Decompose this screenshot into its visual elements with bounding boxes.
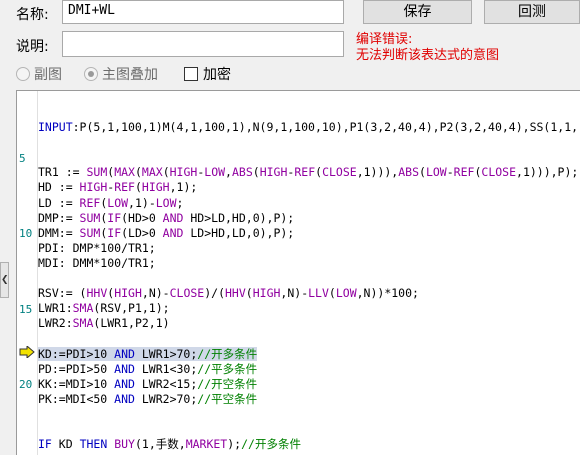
compile-error-title: 编译错误:	[356, 32, 413, 47]
code-line[interactable]: LWR1:SMA(RSV,P1,1);	[38, 301, 170, 315]
line-number-5: 5	[19, 152, 26, 165]
radio-icon	[16, 67, 30, 81]
current-line-arrow-icon	[19, 346, 35, 358]
code-line[interactable]: PDI: DMP*100/TR1;	[38, 241, 156, 255]
encrypt-checkbox[interactable]: 加密	[184, 64, 231, 84]
line-number-20: 20	[19, 378, 33, 391]
encrypt-label: 加密	[203, 67, 231, 83]
line-number-15: 15	[19, 303, 33, 316]
desc-label: 说明:	[16, 39, 49, 55]
name-input[interactable]: DMI+WL	[62, 0, 344, 24]
radio-selected-icon	[84, 67, 98, 81]
code-line[interactable]: TR1 := SUM(MAX(MAX(HIGH-LOW,ABS(HIGH-REF…	[38, 165, 578, 179]
code-line[interactable]: KD:=PDI>10 AND LWR1>70;//开多条件	[38, 346, 258, 361]
code-line[interactable]: PK:=MDI<50 AND LWR2>70;//平空条件	[38, 392, 257, 406]
code-line[interactable]: DMP:= SUM(IF(HD>0 AND HD>LD,HD,0),P);	[38, 211, 294, 225]
code-line[interactable]: LWR2:SMA(LWR1,P2,1)	[38, 316, 170, 330]
overlay-label: 主图叠加	[102, 67, 158, 83]
line-number-10: 10	[19, 227, 33, 240]
description-input[interactable]	[62, 31, 344, 57]
checkbox-icon	[184, 67, 198, 81]
name-label: 名称:	[16, 7, 49, 23]
collapse-panel-tab[interactable]: ❮	[0, 262, 9, 298]
code-editor[interactable]: 5 10 15 20 INPUT:P(5,1,100,1)M(4,1,100,1…	[16, 90, 580, 455]
overlay-radio[interactable]: 主图叠加	[84, 64, 158, 84]
code-line[interactable]: MDI: DMM*100/TR1;	[38, 256, 156, 270]
code-line[interactable]: KK:=MDI>10 AND LWR2<15;//开空条件	[38, 377, 257, 391]
subchart-label: 副图	[34, 67, 62, 83]
subchart-radio[interactable]: 副图	[16, 64, 62, 84]
code-line[interactable]: DMM:= SUM(IF(LD>0 AND LD>HD,LD,0),P);	[38, 226, 294, 240]
code-line[interactable]: INPUT:P(5,1,100,1)M(4,1,100,1),N(9,1,100…	[38, 120, 578, 134]
backtest-button[interactable]: 回测	[484, 0, 580, 24]
code-line[interactable]: HD := HIGH-REF(HIGH,1);	[38, 180, 197, 194]
compile-error-message: 无法判断该表达式的意图	[356, 48, 500, 63]
line-gutter: 5 10 15 20	[17, 91, 37, 455]
code-line[interactable]: IF KD THEN BUY(1,手数,MARKET);//开多条件	[38, 437, 301, 451]
code-line[interactable]: LD := REF(LOW,1)-LOW;	[38, 196, 183, 210]
code-line[interactable]: RSV:= (HHV(HIGH,N)-CLOSE)/(HHV(HIGH,N)-L…	[38, 286, 419, 300]
code-line[interactable]: PD:=PDI>50 AND LWR1<30;//平多条件	[38, 362, 257, 376]
save-button[interactable]: 保存	[363, 0, 472, 24]
